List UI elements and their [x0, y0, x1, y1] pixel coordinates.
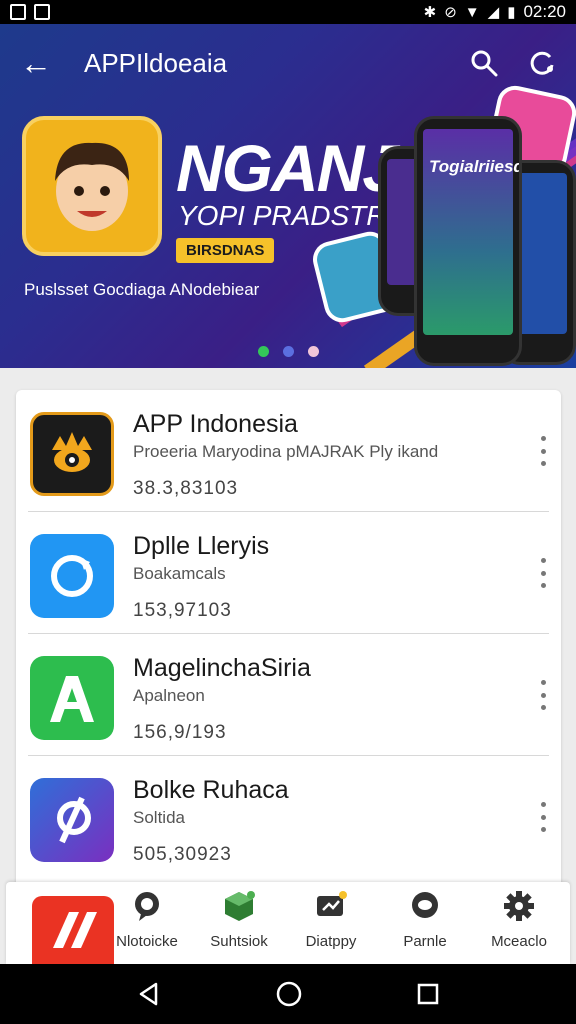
- app-subtitle: Proeeria Maryodina pMAJRAK Ply ikand: [133, 442, 439, 461]
- nav-label: Suhtsiok: [210, 933, 268, 950]
- sync-icon: ⊘: [444, 4, 457, 21]
- hero-banner[interactable]: ← APPIldoeaia NGANJGII YOPI PRADSTRAUIN …: [0, 24, 576, 368]
- nav-label: Nlotoicke: [116, 933, 178, 950]
- nav-item-settings[interactable]: Mceaclo: [474, 890, 564, 950]
- bluetooth-icon: ✱: [423, 4, 437, 21]
- notification-icon: [10, 4, 26, 20]
- eye-crown-icon: [30, 412, 114, 496]
- banner-badge: BIRSDNAS: [176, 238, 275, 263]
- phone-mockup-main: Togialriiesda: [414, 116, 522, 366]
- phone-screen-title: Togialriiesda: [429, 157, 519, 176]
- nav-label: Parnle: [403, 933, 447, 950]
- page-title: APPIldoeaia: [84, 47, 228, 78]
- signal-icon: ◢: [487, 4, 500, 21]
- back-arrow-icon[interactable]: ←: [20, 45, 56, 82]
- pagination-dot[interactable]: [308, 346, 319, 357]
- banner-pagination[interactable]: [258, 346, 319, 357]
- refresh-circle-icon: [30, 534, 114, 618]
- wifi-icon: ▼: [464, 3, 480, 21]
- message-icon: [317, 891, 347, 916]
- profile-bubble-icon: [412, 892, 438, 918]
- app-download-count: 505,30923: [133, 844, 232, 865]
- system-home-icon[interactable]: [275, 980, 303, 1008]
- system-recents-icon[interactable]: [416, 982, 440, 1006]
- bottom-navigation: Nlotoicke Suhtsiok Diatppy Parnle Mceacl…: [6, 882, 570, 964]
- face-icon: [55, 142, 129, 231]
- app-name: Bolke Ruhaca: [133, 776, 289, 804]
- nav-item-notifications[interactable]: Nlotoicke: [102, 890, 192, 950]
- nav-label: Mceaclo: [491, 933, 547, 950]
- nav-item-profile[interactable]: Parnle: [380, 890, 470, 950]
- more-options-icon[interactable]: [539, 558, 547, 588]
- system-navigation-bar: [0, 964, 576, 1024]
- app-subtitle: Soltida: [133, 808, 185, 827]
- list-item[interactable]: Bolke Ruhaca Soltida 505,30923: [16, 756, 561, 878]
- app-download-count: 153,97103: [133, 600, 232, 621]
- system-back-icon[interactable]: [136, 981, 162, 1007]
- status-time: 02:20: [523, 2, 566, 21]
- app-name: MagelinchaSiria: [133, 654, 311, 682]
- app-download-count: 38.3,83103: [133, 478, 239, 499]
- pagination-dot[interactable]: [283, 346, 294, 357]
- app-subtitle: Boakamcals: [133, 564, 226, 583]
- mascot-avatar: [22, 116, 162, 256]
- nav-item-subscriptions[interactable]: Suhtsiok: [194, 890, 284, 950]
- chat-bubble-icon: [135, 892, 159, 921]
- gear-icon: [504, 891, 534, 921]
- more-options-icon[interactable]: [539, 436, 547, 466]
- slash-logo-icon: [53, 912, 97, 948]
- letter-a-icon: [30, 656, 114, 740]
- app-name: APP Indonesia: [133, 410, 298, 438]
- refresh-icon[interactable]: [528, 49, 556, 77]
- list-item[interactable]: MagelinchaSiria Apalneon 156,9/193: [16, 634, 561, 756]
- app-subtitle: Apalneon: [133, 686, 205, 705]
- status-bar: ✱ ⊘ ▼ ◢ ▮ 02:20: [0, 0, 576, 24]
- more-options-icon[interactable]: [539, 680, 547, 710]
- nav-item-display[interactable]: Diatppy: [286, 890, 376, 950]
- app-download-count: 156,9/193: [133, 722, 227, 743]
- slash-p-icon: [30, 778, 114, 862]
- search-icon[interactable]: [470, 49, 498, 77]
- nav-label: Diatppy: [305, 933, 357, 950]
- battery-icon: ▮: [507, 4, 516, 21]
- cube-icon: [225, 891, 255, 921]
- app-list: APP Indonesia Proeeria Maryodina pMAJRAK…: [16, 390, 561, 910]
- image-notification-icon: [34, 4, 50, 20]
- more-options-icon[interactable]: [539, 802, 547, 832]
- app-bar: ← APPIldoeaia: [0, 24, 576, 102]
- list-item[interactable]: Dplle Lleryis Boakamcals 153,97103: [16, 512, 561, 634]
- pagination-dot[interactable]: [258, 346, 269, 357]
- list-item[interactable]: APP Indonesia Proeeria Maryodina pMAJRAK…: [16, 390, 561, 512]
- app-name: Dplle Lleryis: [133, 532, 270, 560]
- banner-caption: Puslsset Gocdiaga ANodebiear: [24, 280, 260, 299]
